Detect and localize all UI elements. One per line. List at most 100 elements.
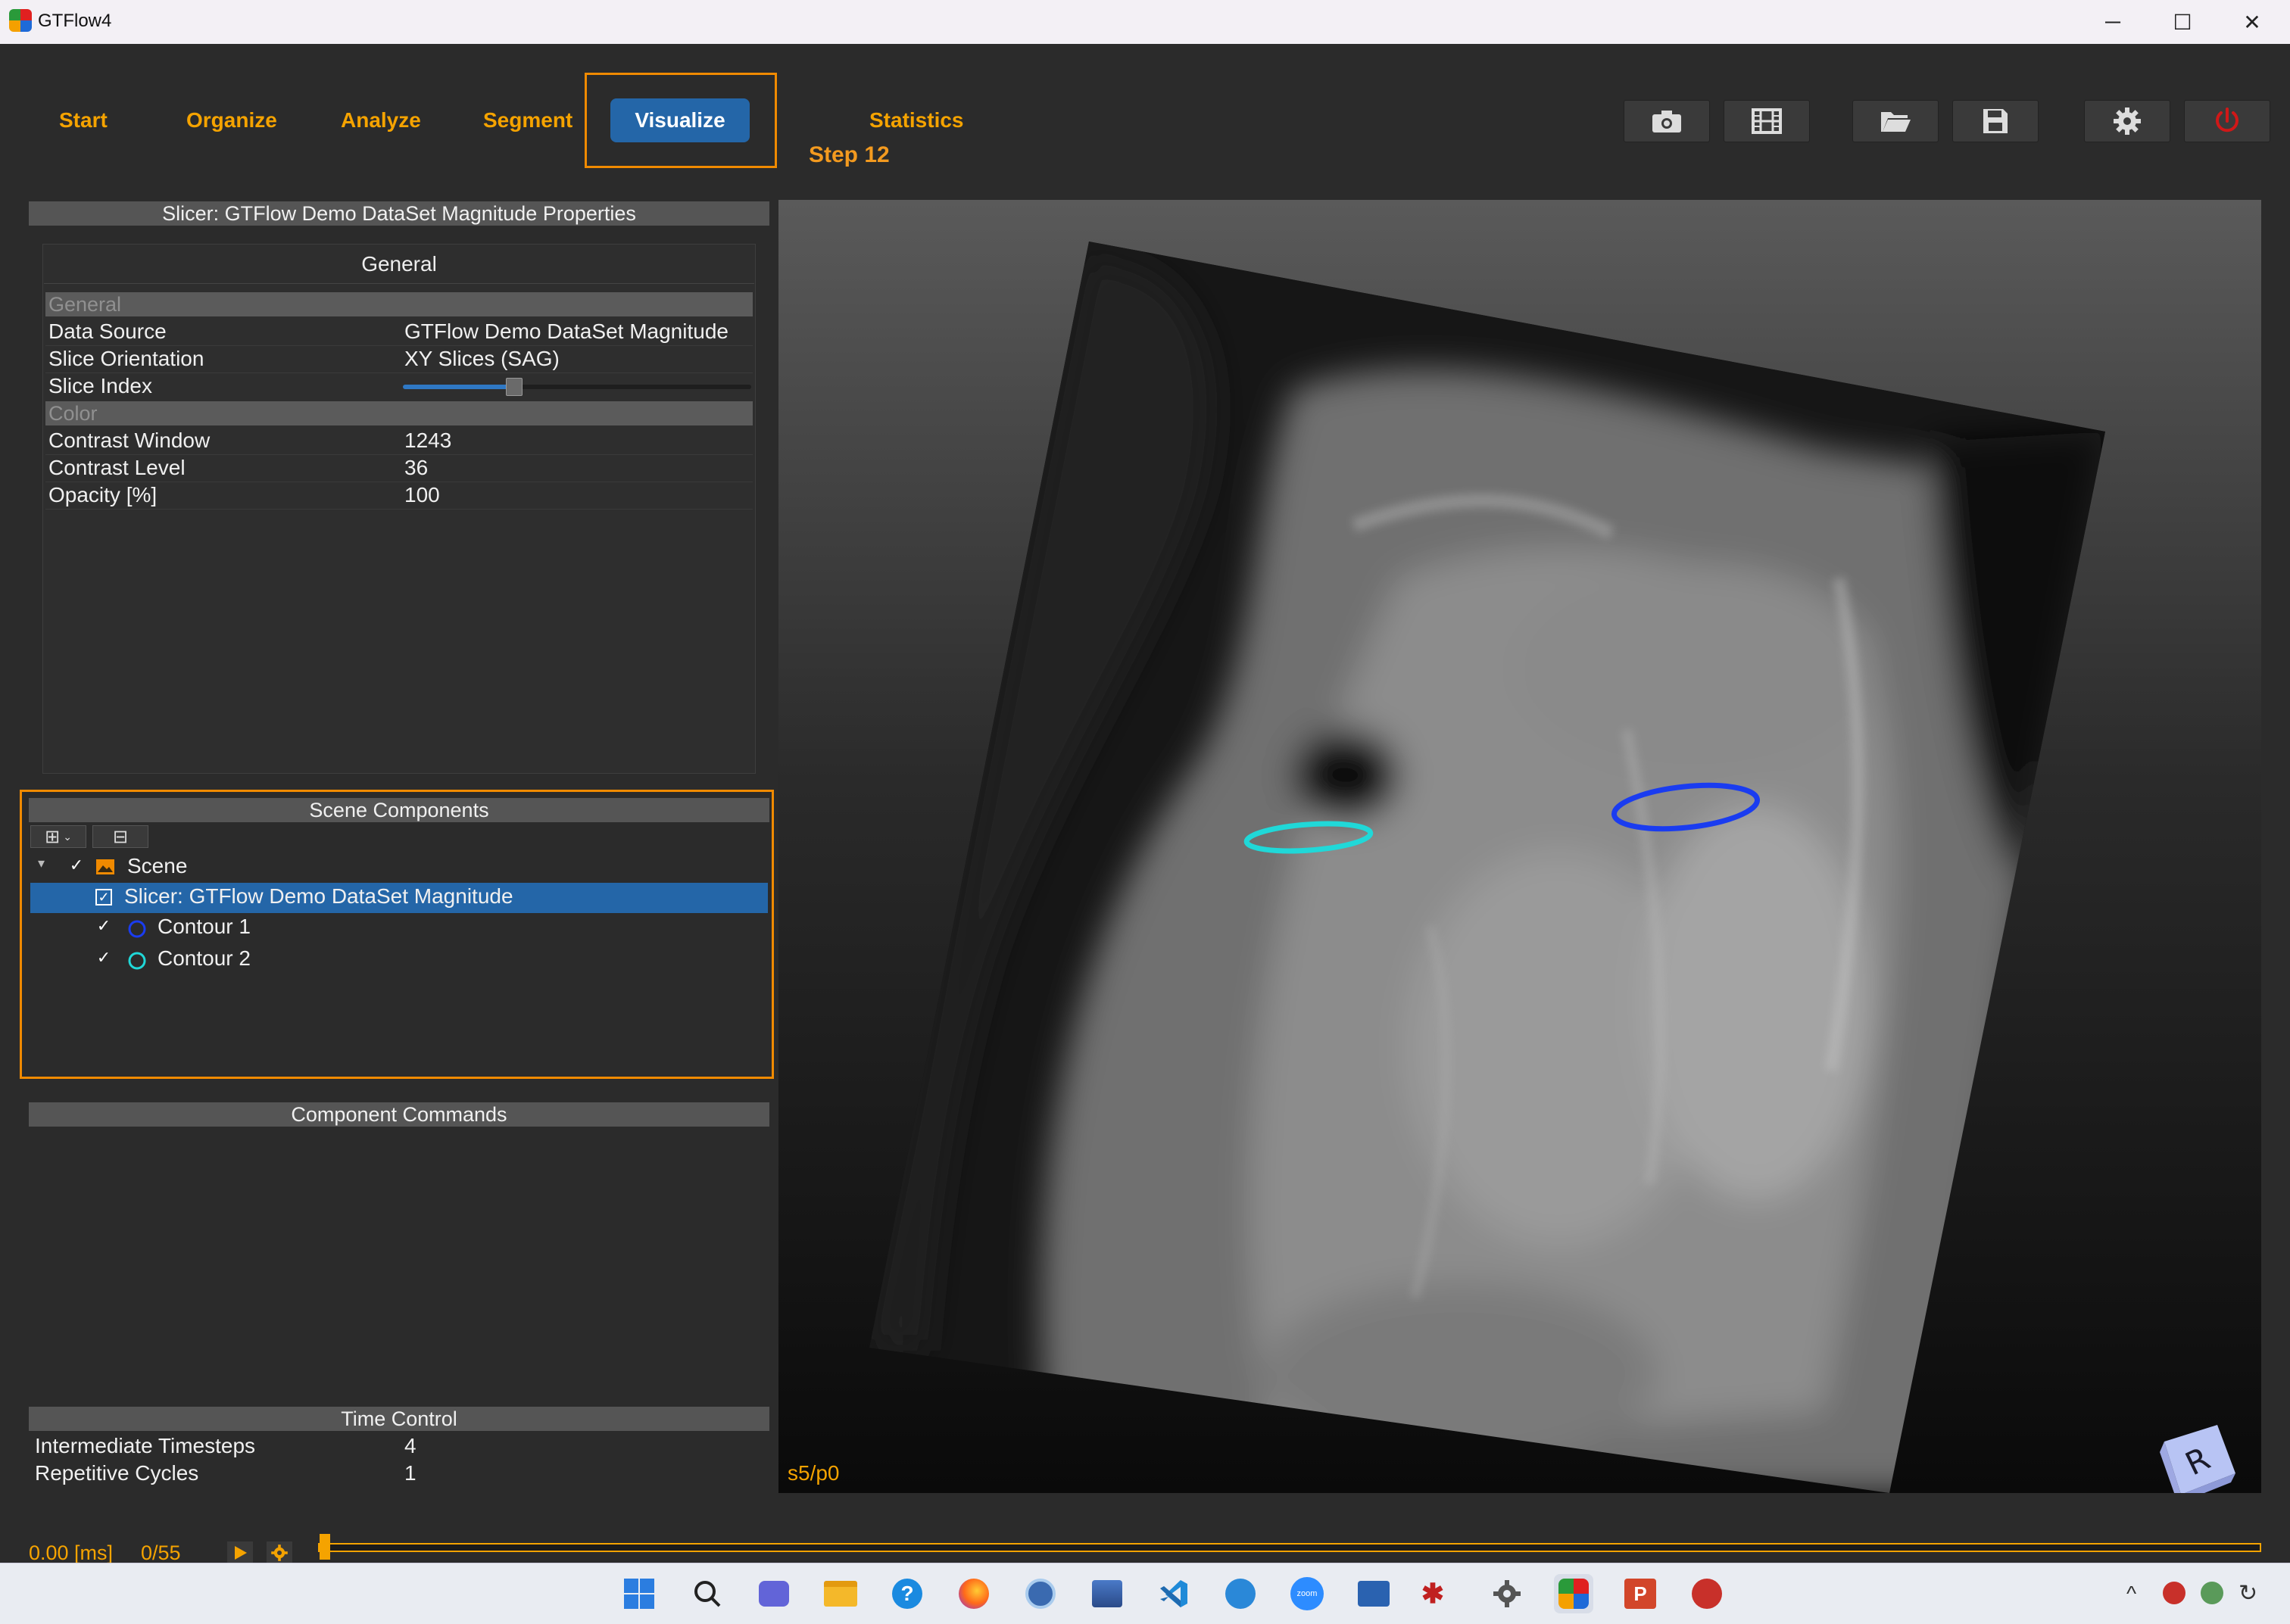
slice-phase-label: s5/p0 [788, 1461, 840, 1485]
app-icon-red-circle[interactable] [1687, 1574, 1727, 1613]
slice-index-label: Slice Index [48, 374, 152, 397]
search-icon[interactable] [688, 1574, 727, 1613]
time-readout: 0.00 [ms] [29, 1541, 114, 1564]
tree-item-contour-1[interactable]: ✓ Contour 1 [30, 913, 768, 943]
slice-orientation-label: Slice Orientation [48, 347, 204, 370]
open-button[interactable] [1852, 100, 1939, 142]
app-icon-blue[interactable] [1221, 1574, 1260, 1613]
slice-index-fill [403, 385, 515, 389]
movie-button[interactable] [1724, 100, 1810, 142]
folder-open-icon [1881, 112, 1911, 132]
nav-start[interactable]: Start [59, 108, 108, 132]
slice-orientation-value[interactable]: XY Slices (SAG) [404, 347, 560, 371]
settings-icon[interactable] [1487, 1574, 1527, 1613]
tree-item-contour-1-label: Contour 1 [158, 915, 251, 938]
save-button[interactable] [1952, 100, 2039, 142]
tray-sync-icon[interactable]: ↻ [2239, 1580, 2257, 1607]
data-source-value[interactable]: GTFlow Demo DataSet Magnitude [404, 320, 728, 344]
os-taskbar: ? zoom ✱ P ^ ↻ [0, 1563, 2290, 1624]
scene-checkbox[interactable]: ✓ [68, 857, 85, 875]
zoom-icon[interactable]: zoom [1287, 1574, 1327, 1613]
collapse-all-button[interactable]: ⊟ [92, 825, 148, 848]
row-divider [45, 509, 753, 510]
contrast-window-label: Contrast Window [48, 429, 211, 452]
settings-button[interactable] [2084, 100, 2170, 142]
expand-arrow-icon[interactable]: ▾ [38, 856, 45, 871]
tray-app-icon[interactable] [2163, 1582, 2185, 1604]
dropdown-arrow-icon: ⌄ [63, 830, 72, 843]
screenshot-button[interactable] [1624, 100, 1710, 142]
camera-icon [1652, 111, 1681, 132]
title-bar: GTFlow4 ─ ☐ ✕ [0, 0, 2290, 45]
tree-item-slicer[interactable]: ✓ Slicer: GTFlow Demo DataSet Magnitude [30, 883, 768, 913]
expand-all-button[interactable]: ⊞ ⌄ [30, 825, 86, 848]
tray-chevron-icon[interactable]: ^ [2126, 1582, 2136, 1606]
opacity-value[interactable]: 100 [404, 483, 440, 507]
scene-image-icon [96, 859, 114, 874]
file-explorer-icon[interactable] [821, 1574, 860, 1613]
nav-analyze[interactable]: Analyze [341, 108, 421, 132]
gear-icon [271, 1545, 288, 1561]
tree-item-contour-2-label: Contour 2 [158, 946, 251, 970]
contour-circle-icon [128, 920, 146, 938]
play-icon [235, 1546, 247, 1560]
nav-statistics[interactable]: Statistics [869, 108, 964, 132]
orientation-cube[interactable]: R [2142, 1419, 2248, 1493]
power-button[interactable] [2184, 100, 2270, 142]
help-icon[interactable]: ? [888, 1574, 927, 1613]
network-icon[interactable] [1087, 1574, 1127, 1613]
terminal-icon[interactable] [1354, 1574, 1393, 1613]
slice-index-handle[interactable] [506, 378, 523, 396]
film-icon [1752, 108, 1782, 134]
contrast-window-value[interactable]: 1243 [404, 429, 451, 453]
minimize-button[interactable]: ─ [2078, 0, 2148, 44]
tree-item-contour-2[interactable]: ✓ Contour 2 [30, 945, 768, 975]
tree-item-scene[interactable]: ▾ ✓ Scene [30, 853, 768, 883]
browser-icon[interactable] [1021, 1574, 1060, 1613]
firefox-icon[interactable] [954, 1574, 994, 1613]
app-icon-red[interactable]: ✱ [1413, 1574, 1452, 1613]
contrast-level-label: Contrast Level [48, 456, 186, 479]
slice-index-slider[interactable] [403, 378, 751, 396]
gear-icon [2114, 108, 2141, 135]
nav-segment[interactable]: Segment [483, 108, 572, 132]
contour-1-checkbox[interactable]: ✓ [95, 918, 112, 936]
timeline-handle[interactable] [320, 1534, 330, 1560]
powerpoint-icon[interactable]: P [1621, 1574, 1660, 1613]
scene-components-header: Scene Components [29, 798, 769, 822]
window-title: GTFlow4 [38, 11, 112, 31]
row-divider [45, 345, 753, 346]
chat-icon[interactable] [754, 1574, 794, 1613]
intermediate-timesteps-value[interactable]: 4 [404, 1434, 417, 1458]
intermediate-timesteps-label: Intermediate Timesteps [35, 1434, 256, 1457]
step-label: Step 12 [809, 142, 890, 167]
tab-general[interactable]: General [44, 245, 754, 284]
contour-circle-icon [128, 952, 146, 970]
repetitive-cycles-label: Repetitive Cycles [35, 1461, 199, 1485]
time-settings-button[interactable] [267, 1541, 292, 1564]
play-button[interactable] [227, 1541, 253, 1564]
timeline-slider[interactable] [318, 1534, 2261, 1560]
repetitive-cycles-value[interactable]: 1 [404, 1461, 417, 1485]
time-control-header: Time Control [29, 1407, 769, 1431]
tree-item-slicer-label: Slicer: GTFlow Demo DataSet Magnitude [124, 884, 513, 908]
3d-viewport[interactable]: R [778, 200, 2261, 1493]
tree-item-scene-label: Scene [127, 854, 188, 877]
group-general: General [45, 292, 753, 316]
tray-network-icon[interactable] [2201, 1582, 2223, 1604]
start-menu-icon[interactable] [619, 1574, 659, 1613]
gtflow-taskbar-icon[interactable] [1554, 1574, 1593, 1613]
row-divider [45, 372, 753, 373]
power-icon [2216, 108, 2239, 132]
nav-organize[interactable]: Organize [186, 108, 277, 132]
slicer-checkbox[interactable]: ✓ [95, 889, 112, 906]
contour-2-checkbox[interactable]: ✓ [95, 949, 112, 968]
maximize-button[interactable]: ☐ [2148, 0, 2217, 44]
contrast-level-value[interactable]: 36 [404, 456, 428, 480]
opacity-label: Opacity [%] [48, 483, 158, 507]
nav-visualize[interactable]: Visualize [610, 98, 750, 142]
close-button[interactable]: ✕ [2217, 0, 2287, 44]
vscode-icon[interactable] [1154, 1574, 1193, 1613]
data-source-label: Data Source [48, 320, 167, 343]
row-divider [45, 454, 753, 455]
